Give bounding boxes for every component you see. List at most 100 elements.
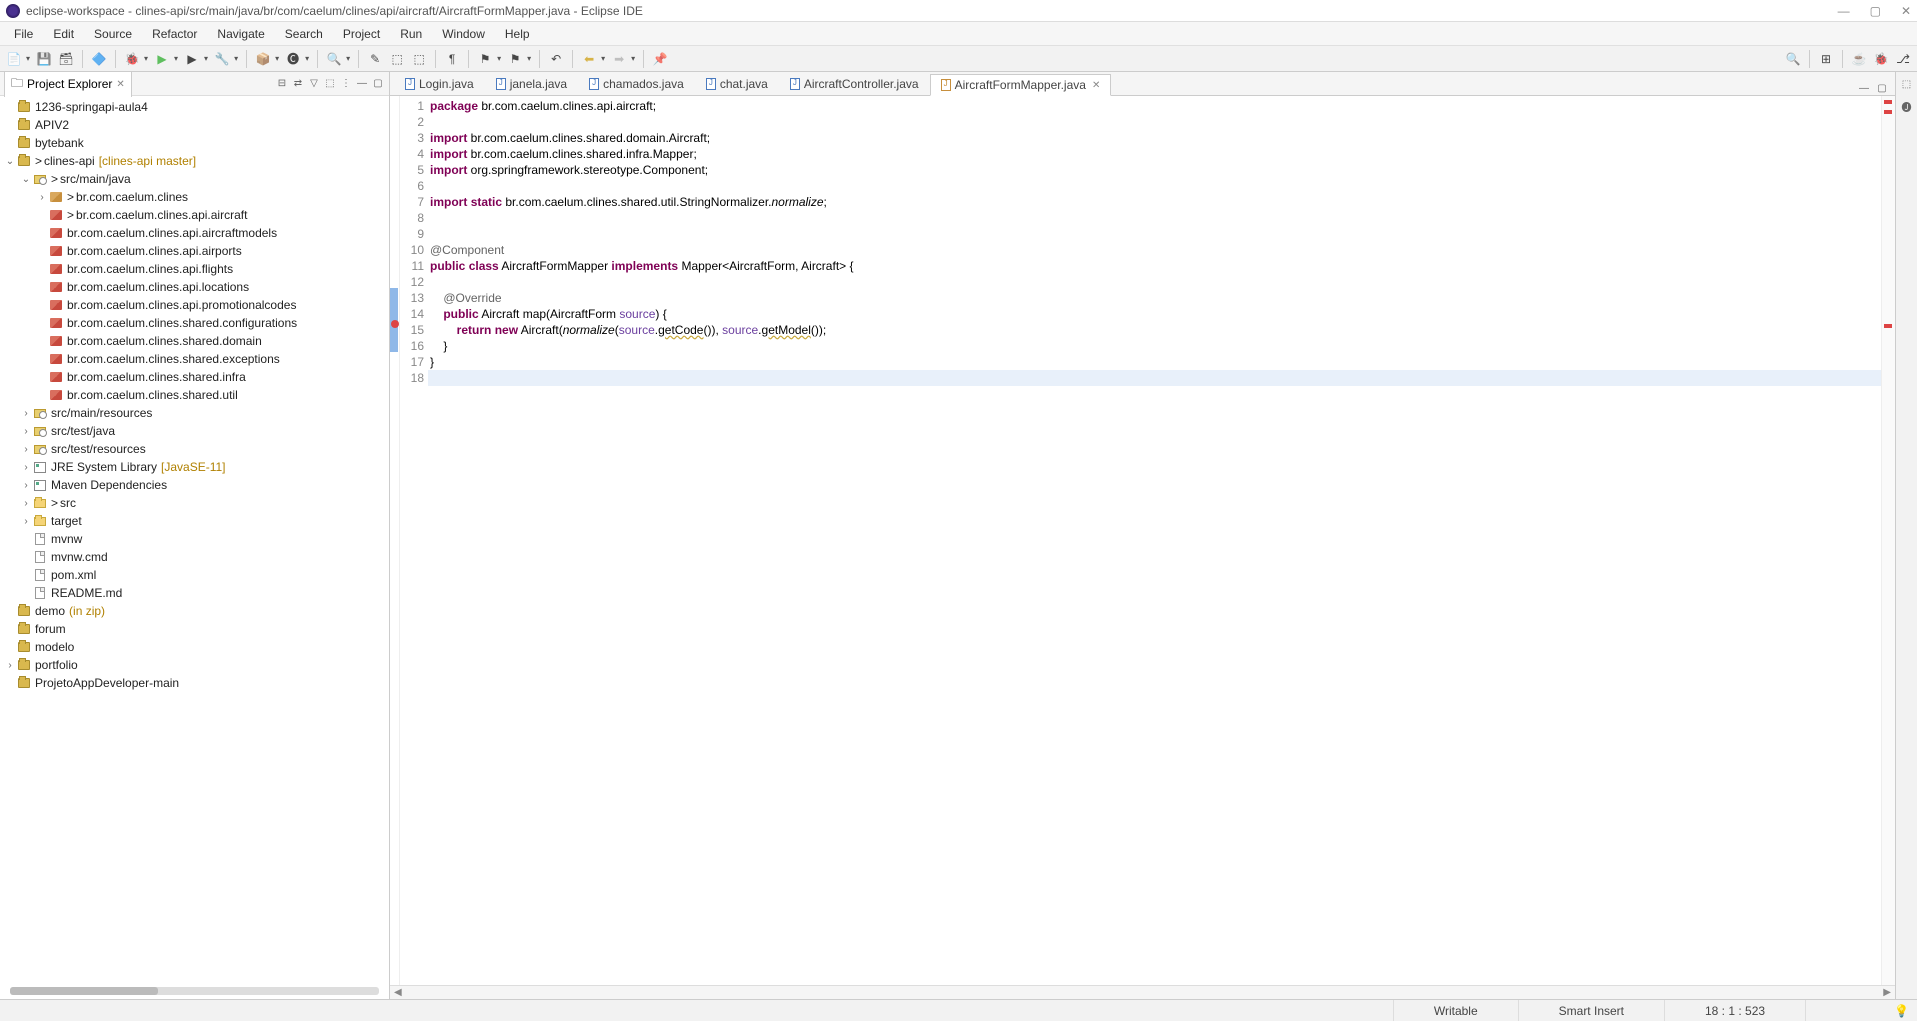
- overview-ruler[interactable]: [1881, 96, 1895, 985]
- tree-item[interactable]: ›src/test/resources: [0, 440, 389, 458]
- code-line[interactable]: }: [428, 354, 1881, 370]
- close-button[interactable]: ✕: [1901, 4, 1911, 18]
- external-tools-icon[interactable]: 🔧: [214, 51, 230, 67]
- dropdown-icon[interactable]: ▾: [305, 54, 309, 63]
- close-icon[interactable]: ✕: [1092, 80, 1100, 91]
- restore-icon[interactable]: ⬚: [1899, 76, 1915, 92]
- dropdown-icon[interactable]: ▾: [144, 54, 148, 63]
- tree-item[interactable]: ›target: [0, 512, 389, 530]
- menu-search[interactable]: Search: [277, 25, 331, 43]
- tree-item[interactable]: ›src/test/java: [0, 422, 389, 440]
- tree-item[interactable]: ProjetoAppDeveloper-main: [0, 674, 389, 692]
- menu-window[interactable]: Window: [434, 25, 493, 43]
- run-icon[interactable]: ▶: [154, 51, 170, 67]
- code-line[interactable]: import br.com.caelum.clines.shared.domai…: [428, 130, 1881, 146]
- tree-item[interactable]: ›>br.com.caelum.clines: [0, 188, 389, 206]
- show-whitespace-icon[interactable]: ¶: [444, 51, 460, 67]
- tree-item[interactable]: pom.xml: [0, 566, 389, 584]
- tip-icon[interactable]: 💡: [1894, 1004, 1909, 1018]
- expand-closed-icon[interactable]: ›: [20, 462, 32, 473]
- tree-item[interactable]: ›JRE System Library [JavaSE-11]: [0, 458, 389, 476]
- menu-refactor[interactable]: Refactor: [144, 25, 205, 43]
- dropdown-icon[interactable]: ▾: [601, 54, 605, 63]
- open-type-icon[interactable]: 🔷: [91, 51, 107, 67]
- dropdown-icon[interactable]: ▾: [204, 54, 208, 63]
- expand-closed-icon[interactable]: ›: [20, 426, 32, 437]
- code-line[interactable]: import static br.com.caelum.clines.share…: [428, 194, 1881, 210]
- pin-icon[interactable]: 📌: [652, 51, 668, 67]
- code-line[interactable]: [428, 114, 1881, 130]
- minimize-view-icon[interactable]: —: [355, 77, 369, 91]
- dropdown-icon[interactable]: ▾: [174, 54, 178, 63]
- editor-tab[interactable]: Login.java: [394, 73, 485, 95]
- editor-tab[interactable]: chat.java: [695, 73, 779, 95]
- prev-annotation-icon[interactable]: ⚑: [507, 51, 523, 67]
- editor-tab[interactable]: AircraftController.java: [779, 73, 930, 95]
- dropdown-icon[interactable]: ▾: [275, 54, 279, 63]
- expand-open-icon[interactable]: ⌄: [4, 156, 16, 167]
- view-menu-icon[interactable]: ⋮: [339, 77, 353, 91]
- tree-item[interactable]: 1236-springapi-aula4: [0, 98, 389, 116]
- tree-item[interactable]: br.com.caelum.clines.api.airports: [0, 242, 389, 260]
- debug-perspective-icon[interactable]: 🐞: [1873, 51, 1889, 67]
- minimize-button[interactable]: —: [1838, 4, 1850, 18]
- last-edit-icon[interactable]: ↶: [548, 51, 564, 67]
- save-all-icon[interactable]: 🗃: [58, 51, 74, 67]
- link-editor-icon[interactable]: ⇄: [291, 77, 305, 91]
- editor-tab[interactable]: AircraftFormMapper.java✕: [930, 74, 1112, 96]
- tree-item[interactable]: mvnw: [0, 530, 389, 548]
- editor-hscroll[interactable]: ◀ ▶: [390, 985, 1895, 999]
- expand-closed-icon[interactable]: ›: [20, 444, 32, 455]
- tree-item[interactable]: forum: [0, 620, 389, 638]
- tree-item[interactable]: br.com.caelum.clines.shared.exceptions: [0, 350, 389, 368]
- new-icon[interactable]: 📄: [6, 51, 22, 67]
- open-perspective-icon[interactable]: ⊞: [1818, 51, 1834, 67]
- editor-tab[interactable]: janela.java: [485, 73, 578, 95]
- menu-source[interactable]: Source: [86, 25, 140, 43]
- tree-item[interactable]: ⌄>src/main/java: [0, 170, 389, 188]
- code-line[interactable]: [428, 178, 1881, 194]
- expand-closed-icon[interactable]: ›: [36, 192, 48, 203]
- menu-navigate[interactable]: Navigate: [209, 25, 272, 43]
- java-perspective-icon[interactable]: ☕: [1851, 51, 1867, 67]
- annotation-gutter[interactable]: [390, 96, 400, 985]
- expand-closed-icon[interactable]: ›: [20, 498, 32, 509]
- code-line[interactable]: public Aircraft map(AircraftForm source)…: [428, 306, 1881, 322]
- expand-closed-icon[interactable]: ›: [20, 516, 32, 527]
- menu-edit[interactable]: Edit: [45, 25, 82, 43]
- new-package-icon[interactable]: 📦: [255, 51, 271, 67]
- minimize-editor-icon[interactable]: —: [1857, 81, 1871, 95]
- code-line[interactable]: @Override: [428, 290, 1881, 306]
- tree-item[interactable]: README.md: [0, 584, 389, 602]
- tree-item[interactable]: demo (in zip): [0, 602, 389, 620]
- line-number-gutter[interactable]: 123456789101112131415161718: [400, 96, 428, 985]
- tree-item[interactable]: br.com.caelum.clines.shared.domain: [0, 332, 389, 350]
- maximize-editor-icon[interactable]: ▢: [1875, 81, 1889, 95]
- dropdown-icon[interactable]: ▾: [234, 54, 238, 63]
- tree-item[interactable]: br.com.caelum.clines.api.aircraftmodels: [0, 224, 389, 242]
- collapse-all-icon[interactable]: ⊟: [275, 77, 289, 91]
- debug-icon[interactable]: 🐞: [124, 51, 140, 67]
- outline-icon[interactable]: 🅙: [1899, 98, 1915, 114]
- dropdown-icon[interactable]: ▾: [346, 54, 350, 63]
- code-line[interactable]: [428, 226, 1881, 242]
- menu-file[interactable]: File: [6, 25, 41, 43]
- dropdown-icon[interactable]: ▾: [527, 54, 531, 63]
- project-tree[interactable]: 1236-springapi-aula4APIV2bytebank⌄>cline…: [0, 96, 389, 983]
- menu-project[interactable]: Project: [335, 25, 388, 43]
- quick-access-icon[interactable]: 🔍: [1785, 51, 1801, 67]
- tree-item[interactable]: APIV2: [0, 116, 389, 134]
- tree-item[interactable]: br.com.caelum.clines.api.promotionalcode…: [0, 296, 389, 314]
- tree-item[interactable]: ›portfolio: [0, 656, 389, 674]
- menu-help[interactable]: Help: [497, 25, 538, 43]
- search-icon[interactable]: 🔍: [326, 51, 342, 67]
- new-class-icon[interactable]: 🅒: [285, 51, 301, 67]
- maximize-button[interactable]: ▢: [1870, 4, 1881, 18]
- code-line[interactable]: @Component: [428, 242, 1881, 258]
- tree-item[interactable]: br.com.caelum.clines.shared.util: [0, 386, 389, 404]
- code-line[interactable]: public class AircraftFormMapper implemen…: [428, 258, 1881, 274]
- code-line[interactable]: [428, 274, 1881, 290]
- project-explorer-tab[interactable]: 🗀 Project Explorer ✕: [4, 72, 132, 97]
- coverage-icon[interactable]: ▶: [184, 51, 200, 67]
- filter-icon[interactable]: ▽: [307, 77, 321, 91]
